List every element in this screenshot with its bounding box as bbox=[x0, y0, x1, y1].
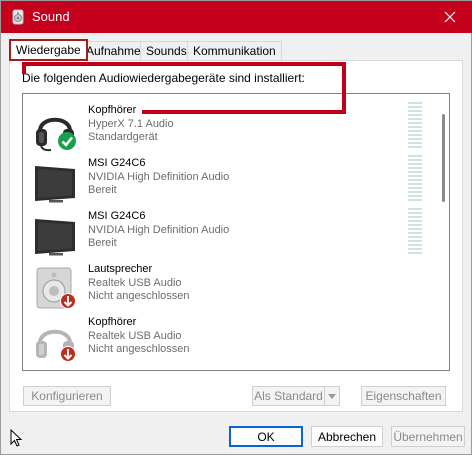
device-name: Kopfhörer bbox=[88, 316, 137, 328]
close-button[interactable] bbox=[427, 1, 472, 33]
default-check-icon bbox=[58, 132, 76, 150]
configure-button[interactable]: Konfigurieren bbox=[23, 386, 111, 406]
set-default-dropdown[interactable] bbox=[324, 386, 340, 406]
device-status: Bereit bbox=[88, 237, 117, 249]
device-name: Kopfhörer bbox=[88, 104, 137, 116]
device-name: Lautsprecher bbox=[88, 263, 153, 275]
annotation-line bbox=[342, 62, 346, 114]
device-list[interactable]: Kopfhörer HyperX 7.1 Audio Standardgerät… bbox=[22, 93, 450, 371]
device-driver: NVIDIA High Definition Audio bbox=[88, 224, 230, 236]
tab-sounds[interactable]: Sounds bbox=[140, 41, 193, 60]
speaker-icon bbox=[36, 267, 76, 309]
set-default-button[interactable]: Als Standard bbox=[252, 386, 325, 406]
scrollbar-thumb[interactable] bbox=[442, 114, 445, 202]
list-item[interactable]: Kopfhörer Realtek USB Audio Nicht angesc… bbox=[23, 311, 435, 364]
list-scrollbar[interactable] bbox=[435, 94, 449, 370]
device-driver: Realtek USB Audio bbox=[88, 330, 182, 342]
apply-button[interactable]: Übernehmen bbox=[391, 426, 465, 447]
list-item[interactable]: Kopfhörer HyperX 7.1 Audio Standardgerät bbox=[23, 99, 435, 152]
device-name: MSI G24C6 bbox=[88, 157, 146, 169]
intro-text: Die folgenden Audiowiedergabegeräte sind… bbox=[22, 71, 305, 85]
tab-kommunikation[interactable]: Kommunikation bbox=[187, 41, 282, 60]
cursor-icon bbox=[10, 429, 22, 447]
device-driver: Realtek USB Audio bbox=[88, 277, 182, 289]
annotation-line bbox=[142, 110, 346, 114]
window-title: Sound bbox=[32, 9, 70, 24]
speaker-app-icon bbox=[12, 9, 24, 25]
tab-label: Aufnahme bbox=[86, 44, 141, 58]
list-item[interactable]: MSI G24C6 NVIDIA High Definition Audio B… bbox=[23, 205, 435, 258]
device-status: Nicht angeschlossen bbox=[88, 343, 190, 355]
headset-icon bbox=[36, 329, 76, 362]
tab-label: Kommunikation bbox=[193, 44, 276, 58]
device-status: Standardgerät bbox=[88, 131, 158, 143]
chevron-down-icon bbox=[328, 393, 336, 399]
list-item[interactable]: Lautsprecher Realtek USB Audio Nicht ang… bbox=[23, 258, 435, 311]
device-status: Bereit bbox=[88, 184, 117, 196]
monitor-icon bbox=[35, 166, 75, 203]
device-driver: NVIDIA High Definition Audio bbox=[88, 171, 230, 183]
headset-icon bbox=[36, 117, 76, 152]
cancel-button[interactable]: Abbrechen bbox=[311, 426, 383, 447]
properties-button[interactable]: Eigenschaften bbox=[361, 386, 446, 406]
close-icon bbox=[444, 11, 456, 23]
device-name: MSI G24C6 bbox=[88, 210, 146, 222]
level-meter bbox=[408, 208, 422, 254]
ok-button[interactable]: OK bbox=[229, 426, 303, 447]
tab-wiedergabe[interactable]: Wiedergabe bbox=[9, 39, 88, 61]
tab-aufnahme[interactable]: Aufnahme bbox=[80, 41, 147, 60]
tab-label: Wiedergabe bbox=[16, 43, 81, 57]
tab-label: Sounds bbox=[146, 44, 187, 58]
monitor-icon bbox=[35, 219, 75, 256]
device-driver: HyperX 7.1 Audio bbox=[88, 118, 174, 130]
level-meter bbox=[408, 155, 422, 201]
annotation-line bbox=[22, 62, 346, 66]
device-status: Nicht angeschlossen bbox=[88, 290, 190, 302]
title-bar[interactable]: Sound bbox=[1, 1, 472, 33]
list-item[interactable]: MSI G24C6 NVIDIA High Definition Audio B… bbox=[23, 152, 435, 205]
level-meter bbox=[408, 102, 422, 148]
